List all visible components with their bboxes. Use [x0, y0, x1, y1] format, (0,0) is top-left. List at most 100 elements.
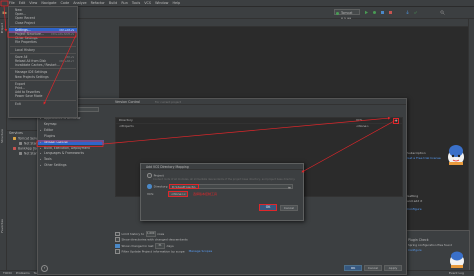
menu-tools[interactable]: Tools: [132, 0, 140, 6]
editor-tabs: [119, 19, 468, 27]
structure-tool-tab[interactable]: Structure: [0, 129, 5, 143]
ok-button[interactable]: OK: [344, 265, 362, 271]
menu-item-label: Exit: [15, 101, 21, 106]
help-button[interactable]: ?: [41, 265, 48, 272]
filter-update-option[interactable]: Filter Update Project information by sco…: [115, 249, 212, 254]
limit-history-option[interactable]: Limit history to 1,000 rows: [115, 231, 164, 237]
directory-radio-button[interactable]: [147, 184, 152, 189]
project-radio-button[interactable]: [147, 173, 152, 178]
right-info-link[interactable]: Configure: [407, 207, 422, 212]
debug-icon[interactable]: [372, 10, 377, 15]
expand-arrow-icon[interactable]: ▸: [40, 140, 41, 146]
server-status-icon: [19, 152, 22, 155]
vcs-label: VCS:: [147, 192, 155, 196]
server-status-icon: [13, 137, 16, 140]
expand-arrow-icon[interactable]: ▸: [40, 128, 41, 134]
tree-item-label: Editor: [44, 127, 54, 132]
expand-arrow-icon[interactable]: ▸: [40, 146, 41, 152]
show-directories-checkbox[interactable]: [115, 237, 120, 242]
project-radio-note: Content roots of all modules, all immedi…: [153, 178, 296, 181]
directory-radio[interactable]: Directory:: [147, 184, 168, 189]
menu-build[interactable]: Build: [109, 0, 118, 6]
settings-title-bar: Settings: [38, 99, 406, 105]
mascot-avatar-icon: [448, 145, 464, 165]
vcs-cancel-button[interactable]: Cancel: [280, 205, 298, 211]
manage-scopes-link[interactable]: Manage Scopes: [189, 249, 213, 253]
menu-window[interactable]: Window: [155, 0, 168, 6]
search-everywhere-icon[interactable]: [440, 10, 445, 15]
add-mapping-button[interactable]: +: [393, 118, 399, 124]
expand-arrow-icon[interactable]: ▸: [40, 163, 41, 169]
project-tool-tab[interactable]: Project: [0, 23, 5, 33]
settings-tree-item-editor[interactable]: ▸ Editor: [38, 128, 104, 134]
page-hint: For current project: [155, 100, 181, 104]
filter-update-checkbox[interactable]: [115, 249, 120, 254]
notification-link[interactable]: Configure: [408, 248, 422, 252]
right-info-link[interactable]: Get a Free trial license: [407, 156, 441, 161]
settings-tree-item-languages-frameworks[interactable]: ▸ Languages & Frameworks: [38, 151, 104, 157]
menu-separator: [10, 25, 76, 27]
tomcat-icon: [336, 11, 339, 15]
table-cell-vcs[interactable]: <None>: [356, 124, 369, 129]
stop-icon[interactable]: [388, 10, 393, 15]
server-status-icon: [13, 147, 16, 150]
table-cell-directory[interactable]: <Project>: [119, 124, 134, 129]
settings-tree-item-keymap[interactable]: Keymap: [38, 122, 104, 128]
favorites-tool-tab[interactable]: Favorites: [0, 219, 5, 233]
run-configuration-select[interactable]: Tomcat 8.5.99: [334, 9, 360, 21]
folder-icon[interactable]: [2, 10, 7, 15]
settings-tree-item-other-settings[interactable]: ▸ Other Settings: [38, 163, 104, 169]
menu-run[interactable]: Run: [121, 0, 128, 6]
menu-separator: [10, 79, 76, 81]
notification-body: Spring configuration files found: [408, 243, 452, 247]
menu-item-label: Power Save Mode: [15, 94, 43, 99]
apply-button[interactable]: Apply: [384, 265, 402, 271]
vcs-select[interactable]: <None> ▾: [168, 191, 188, 197]
directory-highlight: [169, 184, 199, 189]
expand-arrow-icon[interactable]: ▸: [40, 157, 41, 163]
menu-item-label: Close Project: [15, 20, 35, 25]
todo-tab[interactable]: TODO: [3, 271, 12, 276]
tree-item-label: Languages & Frameworks: [44, 151, 84, 156]
tree-item-label: Tools: [44, 157, 52, 162]
browse-folder-icon[interactable]: [288, 186, 291, 189]
file-menu-item-exit[interactable]: Exit: [9, 102, 77, 107]
menu-vcs[interactable]: VCS: [144, 0, 151, 6]
left-tool-strip: Project Structure Favorites: [0, 19, 7, 275]
settings-tree-item-plugins[interactable]: Plugins: [38, 134, 104, 140]
vcs-ok-button[interactable]: OK: [259, 204, 277, 211]
coverage-icon[interactable]: [380, 10, 385, 15]
problems-tab[interactable]: Problems: [16, 271, 30, 276]
menu-item-label: Invalidate Caches / Restart...: [15, 63, 60, 68]
show-changed-checkbox[interactable]: [115, 243, 120, 248]
menu-separator: [10, 68, 76, 70]
menu-item-label: File Properties: [15, 40, 37, 45]
tree-item-label: Plugins: [44, 133, 56, 138]
limit-history-checkbox[interactable]: [115, 231, 120, 236]
chevron-down-icon: ▾: [184, 193, 186, 196]
event-log-tab[interactable]: Event Log: [449, 271, 464, 276]
server-status-icon: [19, 142, 22, 145]
limit-history-input[interactable]: 1,000: [145, 231, 156, 237]
settings-tree-item-version-control[interactable]: ▸ Version Control: [38, 139, 104, 146]
menu-help[interactable]: Help: [172, 0, 180, 6]
run-icon[interactable]: [364, 10, 369, 15]
add-vcs-mapping-dialog: Add VCS Directory Mapping Project Conten…: [140, 163, 304, 221]
page-title: Version Control: [115, 100, 141, 104]
dialog-title: Add VCS Directory Mapping: [141, 164, 303, 170]
show-changed-option[interactable]: Show changed in last 31 days: [115, 243, 174, 249]
tree-item-label: Build, Execution, Deployment: [44, 145, 90, 150]
git-commit-icon[interactable]: [413, 10, 418, 15]
git-update-icon[interactable]: [405, 10, 410, 15]
settings-tree-item-build-execution-deployment[interactable]: ▸ Build, Execution, Deployment: [38, 146, 104, 152]
expand-arrow-icon[interactable]: ▸: [40, 151, 41, 157]
show-directories-option[interactable]: Show directories with changed descendant…: [115, 237, 188, 242]
settings-tree-item-tools[interactable]: ▸ Tools: [38, 157, 104, 163]
menu-refactor[interactable]: Refactor: [91, 0, 105, 6]
settings-tree: ▸ Appearance & Behavior Keymap ▸ Editor Plugi…: [38, 114, 104, 274]
show-changed-days-input[interactable]: 31: [155, 243, 166, 249]
vcs-annotation: 选择版本控制工具: [193, 192, 218, 196]
project-radio[interactable]: Project: [147, 173, 164, 178]
cancel-button[interactable]: Cancel: [364, 265, 382, 271]
notification-balloon: Plugin Check Spring configuration files …: [404, 230, 470, 272]
